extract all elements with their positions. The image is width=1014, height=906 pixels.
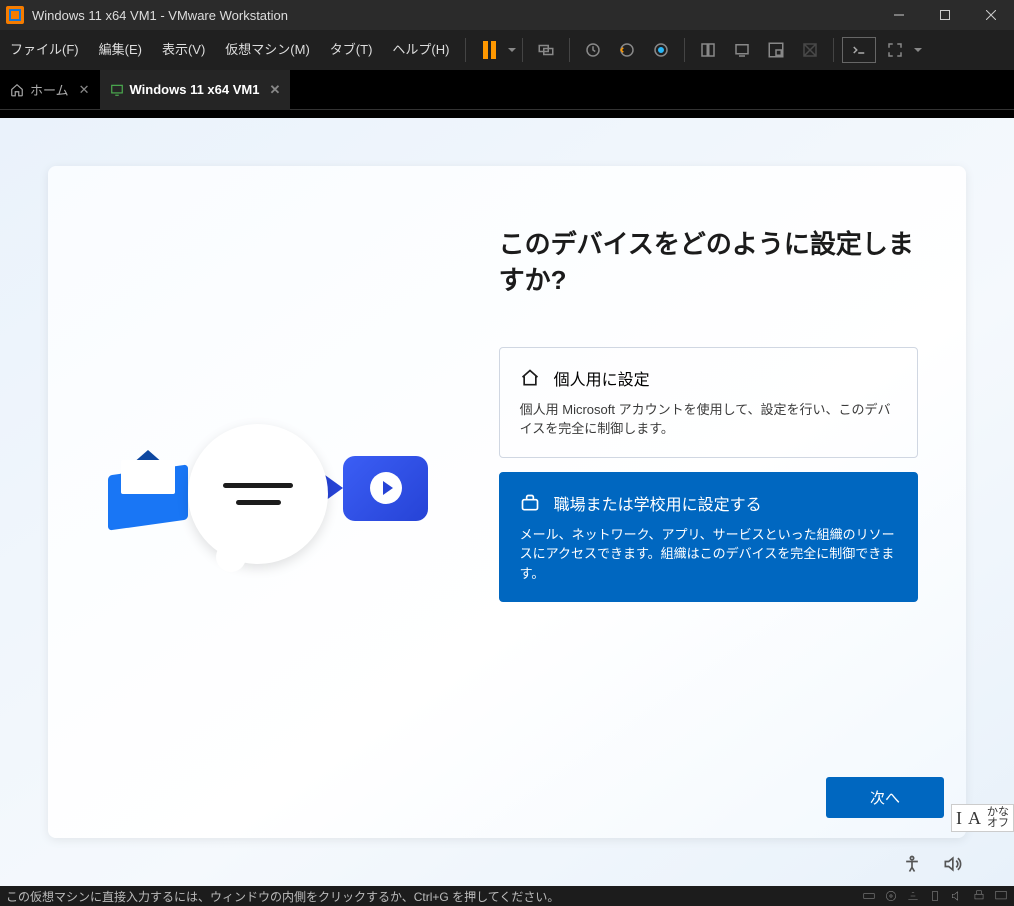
maximize-button[interactable] (922, 0, 968, 30)
statusbar: この仮想マシンに直接入力するには、ウィンドウの内側をクリックするか、Ctrl+G… (0, 886, 1014, 906)
menu-vm[interactable]: 仮想マシン(M) (215, 30, 320, 70)
window-title: Windows 11 x64 VM1 - VMware Workstation (32, 8, 876, 23)
view-thumbnail-button[interactable] (759, 30, 793, 70)
tab-vm-label: Windows 11 x64 VM1 (130, 82, 260, 97)
video-icon (318, 450, 428, 530)
printer-icon[interactable] (972, 889, 986, 903)
accessibility-icon[interactable] (902, 854, 922, 874)
view-unity-button[interactable] (793, 30, 827, 70)
view-console-button[interactable] (725, 30, 759, 70)
tab-home-label: ホーム (30, 80, 69, 99)
home-outline-icon (520, 368, 540, 388)
tab-home-close[interactable]: ✕ (79, 82, 90, 98)
menu-file[interactable]: ファイル(F) (0, 30, 89, 70)
tabbar: ホーム ✕ Windows 11 x64 VM1 ✕ (0, 70, 1014, 110)
hdd-icon[interactable] (862, 889, 876, 903)
snapshot-take-button[interactable] (576, 30, 610, 70)
ime-line2: オフ (987, 818, 1009, 829)
menubar: ファイル(F) 編集(E) 表示(V) 仮想マシン(M) タブ(T) ヘルプ(H… (0, 30, 1014, 70)
briefcase-icon (520, 493, 540, 513)
home-icon (10, 83, 24, 97)
view-single-button[interactable] (691, 30, 725, 70)
option-personal-title: 個人用に設定 (554, 366, 650, 390)
ime-indicator[interactable]: I A かなオフ (951, 804, 1014, 832)
menu-tab[interactable]: タブ(T) (320, 30, 383, 70)
display-icon[interactable] (994, 889, 1008, 903)
close-button[interactable] (968, 0, 1014, 30)
oobe-title: このデバイスをどのように設定しますか? (499, 226, 918, 299)
next-button[interactable]: 次へ (826, 777, 944, 818)
pause-button[interactable] (472, 30, 506, 70)
tab-vm-close[interactable]: ✕ (269, 82, 280, 98)
fullscreen-dropdown[interactable] (914, 48, 922, 52)
vmware-logo-icon (6, 6, 24, 24)
option-personal-desc: 個人用 Microsoft アカウントを使用して、設定を行い、このデバイスを完全… (520, 400, 897, 439)
chat-bubble-icon (188, 424, 328, 564)
vm-viewport[interactable]: このデバイスをどのように設定しますか? 個人用に設定 個人用 Microsoft… (0, 118, 1014, 886)
minimize-button[interactable] (876, 0, 922, 30)
oobe-hero-area (48, 166, 489, 838)
tab-vm[interactable]: Windows 11 x64 VM1 ✕ (100, 70, 291, 110)
titlebar: Windows 11 x64 VM1 - VMware Workstation (0, 0, 1014, 30)
tab-home[interactable]: ホーム ✕ (0, 70, 100, 110)
option-work-title: 職場または学校用に設定する (554, 491, 762, 515)
option-personal[interactable]: 個人用に設定 個人用 Microsoft アカウントを使用して、設定を行い、この… (499, 347, 918, 458)
network-icon[interactable] (906, 889, 920, 903)
menu-edit[interactable]: 編集(E) (89, 30, 152, 70)
fullscreen-button[interactable] (878, 30, 912, 70)
power-dropdown[interactable] (508, 48, 516, 52)
cd-icon[interactable] (884, 889, 898, 903)
send-ctrl-alt-del-button[interactable] (529, 30, 563, 70)
volume-icon[interactable] (942, 854, 962, 874)
option-work-desc: メール、ネットワーク、アプリ、サービスといった組織のリソースにアクセスできます。… (520, 525, 897, 584)
menu-view[interactable]: 表示(V) (152, 30, 215, 70)
option-work[interactable]: 職場または学校用に設定する メール、ネットワーク、アプリ、サービスといった組織の… (499, 472, 918, 603)
usb-icon[interactable] (928, 889, 942, 903)
mail-icon (108, 462, 198, 532)
snapshot-revert-button[interactable] (610, 30, 644, 70)
snapshot-manager-button[interactable] (644, 30, 678, 70)
vm-icon (110, 83, 124, 97)
quick-switch-button[interactable] (842, 37, 876, 63)
menu-help[interactable]: ヘルプ(H) (382, 30, 459, 70)
sound-icon[interactable] (950, 889, 964, 903)
oobe-card: このデバイスをどのように設定しますか? 個人用に設定 個人用 Microsoft… (48, 166, 966, 838)
status-message: この仮想マシンに直接入力するには、ウィンドウの内側をクリックするか、Ctrl+G… (6, 888, 559, 905)
